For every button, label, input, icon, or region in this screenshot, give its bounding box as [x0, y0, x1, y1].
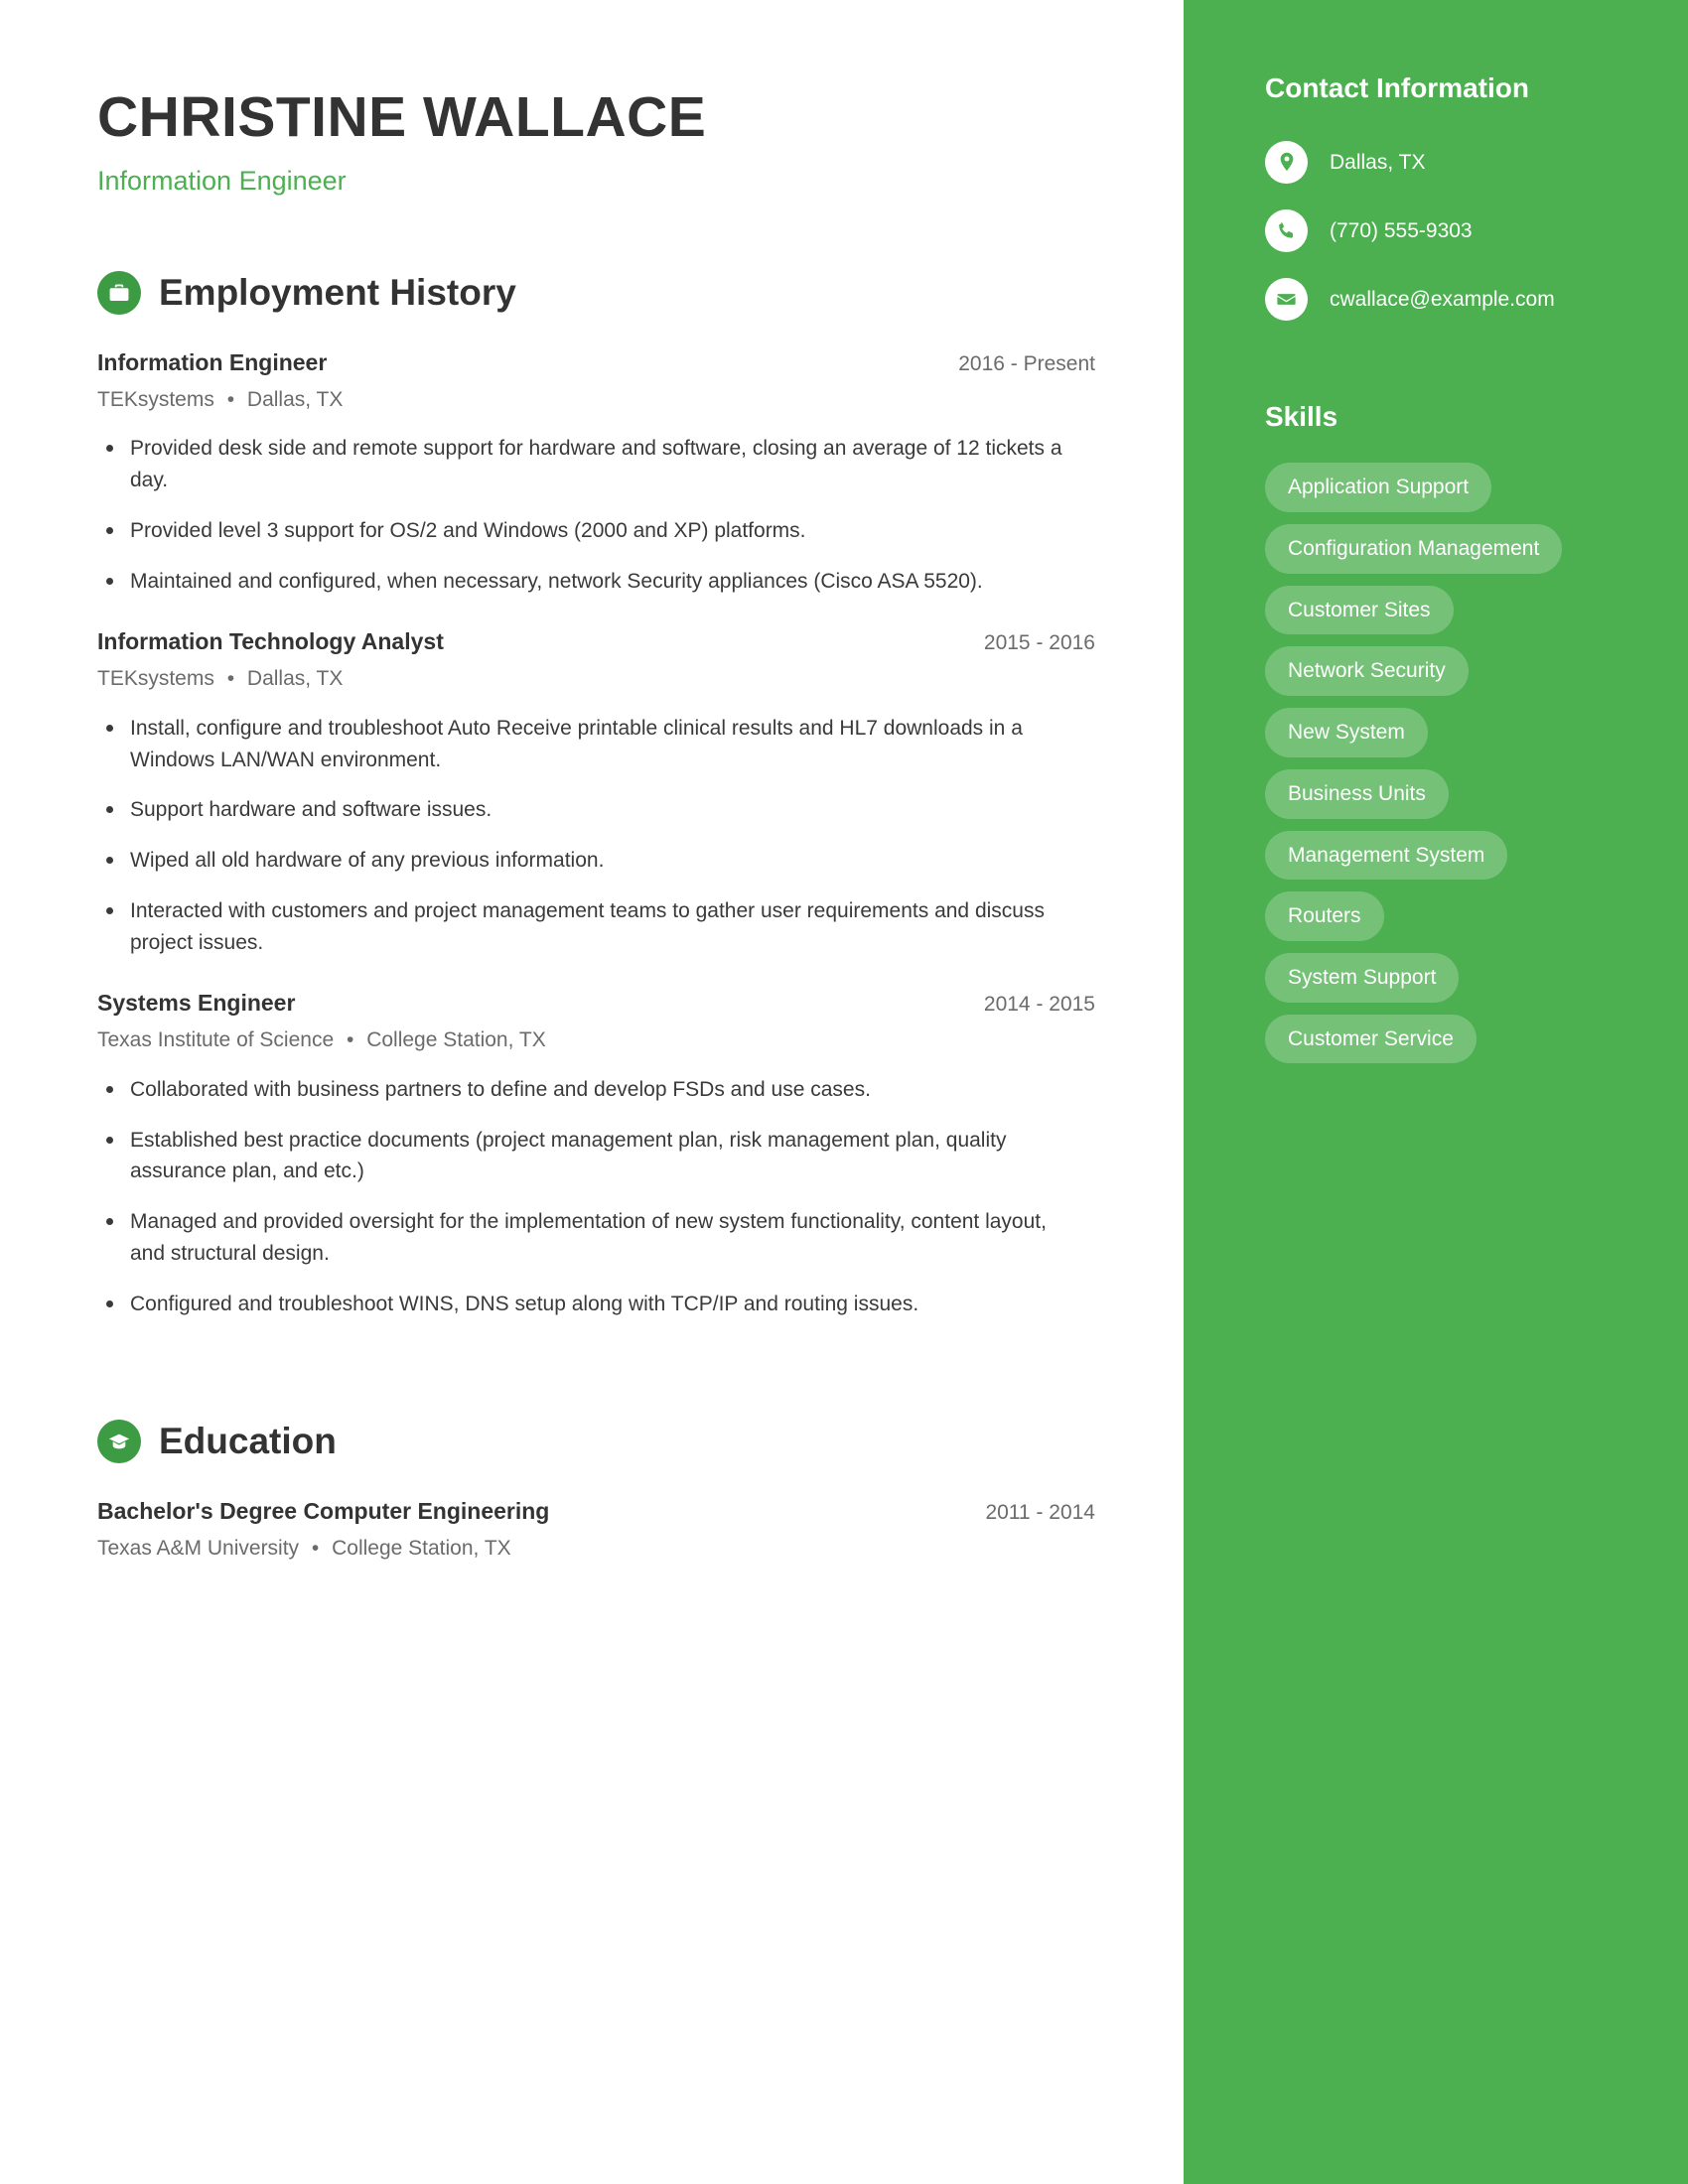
contact-location-value: Dallas, TX: [1330, 150, 1426, 174]
entry-job-title: Information Engineer: [97, 348, 328, 375]
graduation-cap-icon: [97, 1420, 141, 1464]
bullet-item: Provided level 3 support for OS/2 and Wi…: [97, 515, 1080, 547]
candidate-job-title: Information Engineer: [97, 165, 347, 196]
entry-dates: 2015 - 2016: [983, 631, 1095, 655]
sidebar-title-contact: Contact Information: [1265, 72, 1529, 103]
entry-employer: TEKsystems: [97, 667, 214, 691]
bullet-item: Provided desk side and remote support fo…: [97, 433, 1080, 496]
bullet-item: Install, configure and troubleshoot Auto…: [97, 713, 1080, 776]
skill-chip: Customer Sites: [1265, 585, 1454, 635]
entry-dates: 2016 - Present: [958, 351, 1095, 375]
bullet-item: Established best practice documents (pro…: [97, 1125, 1080, 1188]
envelope-icon: [1265, 277, 1308, 321]
section-header-employment: Employment History: [97, 270, 1086, 315]
sidebar-title-skills: Skills: [1265, 400, 1338, 432]
skill-chip: New System: [1265, 708, 1428, 757]
location-pin-icon: [1265, 140, 1308, 184]
entry-employer: Texas Institute of Science: [97, 1028, 335, 1052]
contact-list: Dallas, TX (770) 555-9303 cwallace@examp…: [1265, 140, 1622, 321]
skill-chip: Configuration Management: [1265, 523, 1563, 574]
contact-phone-value: (770) 555-9303: [1330, 218, 1473, 242]
entry-bullet-list: Install, configure and troubleshoot Auto…: [97, 713, 1086, 959]
entry-location: College Station, TX: [366, 1028, 546, 1052]
skill-chip: Management System: [1265, 830, 1508, 881]
employment-entry: Information Technology Analyst 2015 - 20…: [97, 627, 1095, 959]
candidate-name: CHRISTINE WALLACE: [97, 85, 707, 149]
contact-item-email: cwallace@example.com: [1265, 277, 1622, 321]
entry-title-row: Information Technology Analyst 2015 - 20…: [97, 627, 1095, 656]
education-entry: Bachelor's Degree Computer Engineering 2…: [97, 1497, 1095, 1563]
contact-item-phone: (770) 555-9303: [1265, 208, 1622, 252]
bullet-item: Wiped all old hardware of any previous i…: [97, 845, 1080, 877]
entry-degree-title: Bachelor's Degree Computer Engineering: [97, 1498, 550, 1525]
entry-dates: 2011 - 2014: [985, 1501, 1095, 1525]
skill-chip: System Support: [1265, 952, 1460, 1003]
section-title-education: Education: [159, 1420, 337, 1461]
section-title-employment: Employment History: [159, 271, 516, 313]
employment-entry: Information Engineer 2016 - Present TEKs…: [97, 348, 1095, 598]
skill-chip: Customer Service: [1265, 1014, 1477, 1064]
entry-location: Dallas, TX: [246, 388, 344, 412]
bullet-item: Interacted with customers and project ma…: [97, 895, 1080, 959]
entry-job-title: Information Technology Analyst: [97, 628, 444, 655]
entry-employer: TEKsystems: [97, 388, 214, 412]
entry-bullet-list: Collaborated with business partners to d…: [97, 1074, 1086, 1320]
entry-organization: TEKsystems • Dallas, TX: [97, 386, 1086, 413]
main-content-column: CHRISTINE WALLACE Information Engineer E…: [0, 0, 1184, 2184]
separator-dot: •: [226, 388, 235, 412]
resume-page: CHRISTINE WALLACE Information Engineer E…: [0, 0, 1688, 2184]
contact-email-value: cwallace@example.com: [1330, 287, 1555, 311]
briefcase-icon: [97, 270, 141, 315]
bullet-item: Configured and troubleshoot WINS, DNS se…: [97, 1289, 1080, 1320]
entry-organization: Texas A&M University • College Station, …: [97, 1535, 1086, 1562]
skills-list: Application Support Configuration Manage…: [1265, 463, 1622, 1064]
skill-chip: Business Units: [1265, 768, 1449, 819]
bullet-item: Maintained and configured, when necessar…: [97, 566, 1080, 598]
separator-dot: •: [226, 667, 235, 691]
entry-school: Texas A&M University: [97, 1537, 300, 1561]
entry-job-title: Systems Engineer: [97, 990, 296, 1017]
separator-dot: •: [346, 1028, 354, 1052]
phone-icon: [1265, 208, 1308, 252]
bullet-item: Support hardware and software issues.: [97, 794, 1080, 826]
sidebar: Contact Information Dallas, TX (770) 555…: [1184, 0, 1688, 2184]
bullet-item: Collaborated with business partners to d…: [97, 1074, 1080, 1106]
entry-location: Dallas, TX: [246, 667, 344, 691]
skill-chip: Application Support: [1265, 463, 1492, 512]
bullet-item: Managed and provided oversight for the i…: [97, 1206, 1080, 1270]
entry-title-row: Bachelor's Degree Computer Engineering 2…: [97, 1497, 1095, 1526]
skill-chip: Network Security: [1265, 646, 1469, 697]
entry-bullet-list: Provided desk side and remote support fo…: [97, 433, 1086, 598]
entry-organization: TEKsystems • Dallas, TX: [97, 665, 1086, 692]
entry-organization: Texas Institute of Science • College Sta…: [97, 1026, 1086, 1053]
entry-title-row: Information Engineer 2016 - Present: [97, 348, 1095, 377]
contact-item-location: Dallas, TX: [1265, 140, 1622, 184]
entry-location: College Station, TX: [332, 1537, 511, 1561]
skill-chip: Routers: [1265, 891, 1384, 941]
employment-entry: Systems Engineer 2014 - 2015 Texas Insti…: [97, 989, 1095, 1320]
section-header-education: Education: [97, 1420, 1086, 1464]
entry-title-row: Systems Engineer 2014 - 2015: [97, 989, 1095, 1018]
separator-dot: •: [311, 1537, 320, 1561]
entry-dates: 2014 - 2015: [983, 993, 1095, 1017]
